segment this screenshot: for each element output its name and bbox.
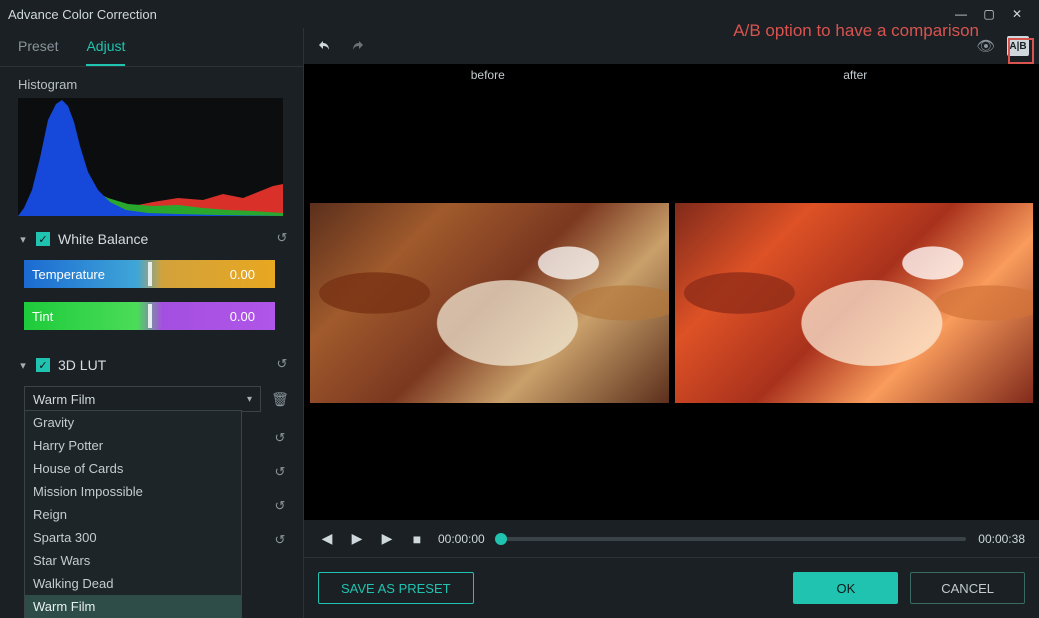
sidebar: Preset Adjust Histogram ▾ ✓ White Balanc… [0, 28, 304, 618]
cancel-button[interactable]: CANCEL [910, 572, 1025, 604]
lut-option[interactable]: House of Cards [25, 457, 241, 480]
before-label: before [304, 64, 672, 86]
temperature-thumb[interactable] [148, 262, 152, 286]
lut-option[interactable]: Harry Potter [25, 434, 241, 457]
footer: SAVE AS PRESET OK CANCEL [304, 558, 1039, 618]
chevron-down-icon: ▾ [247, 394, 252, 405]
ok-button[interactable]: OK [793, 572, 898, 604]
tab-preset[interactable]: Preset [18, 38, 58, 66]
lut-row: Warm Film ▾ 🗑 Gravity Harry Potter House… [0, 380, 303, 418]
lut-title: 3D LUT [58, 357, 273, 373]
preview-area: before after [304, 64, 1039, 520]
prev-frame-button[interactable]: ◀ [318, 530, 336, 547]
eye-icon[interactable]: 👁 [975, 37, 997, 55]
main-panel: 👁 A|B before after ◀ ▶ ▶ ■ 00:00:00 [304, 28, 1039, 618]
redo-button [346, 35, 368, 57]
temperature-value: 0.00 [230, 267, 255, 282]
maximize-button[interactable]: ▢ [975, 7, 1003, 21]
temperature-label: Temperature [32, 267, 105, 282]
window-title: Advance Color Correction [8, 7, 157, 22]
play-button[interactable]: ▶ [378, 530, 396, 547]
tint-thumb[interactable] [148, 304, 152, 328]
lut-reset[interactable]: ↺ [273, 356, 291, 374]
duration-time: 00:00:38 [978, 532, 1025, 546]
histogram-label: Histogram [0, 73, 303, 98]
current-time: 00:00:00 [438, 532, 485, 546]
lut-option[interactable]: Gravity [25, 411, 241, 434]
lut-option[interactable]: Mission Impossible [25, 480, 241, 503]
transport-bar: ◀ ▶ ▶ ■ 00:00:00 00:00:38 [304, 520, 1039, 558]
minimize-button[interactable]: — [947, 7, 975, 21]
ab-compare-button[interactable]: A|B [1007, 36, 1029, 56]
white-balance-title: White Balance [58, 231, 273, 247]
trash-icon[interactable]: 🗑 [271, 391, 289, 408]
save-as-preset-button[interactable]: SAVE AS PRESET [318, 572, 474, 604]
lut-option[interactable]: Star Wars [25, 549, 241, 572]
main-toolbar: 👁 A|B [304, 28, 1039, 64]
preview-after-image [675, 203, 1034, 403]
stop-button[interactable]: ■ [408, 531, 426, 547]
white-balance-checkbox[interactable]: ✓ [36, 232, 50, 246]
lut-option[interactable]: Sparta 300 [25, 526, 241, 549]
tint-value: 0.00 [230, 309, 255, 324]
lut-checkbox[interactable]: ✓ [36, 358, 50, 372]
lut-option[interactable]: Walking Dead [25, 572, 241, 595]
lut-select[interactable]: Warm Film ▾ [24, 386, 261, 412]
white-balance-header: ▾ ✓ White Balance ↺ [0, 226, 303, 254]
section-reset[interactable]: ↺ [271, 430, 289, 448]
sidebar-tabs: Preset Adjust [0, 28, 303, 66]
playhead[interactable] [495, 533, 507, 545]
play-step-button[interactable]: ▶ [348, 530, 366, 547]
lut-selected-value: Warm Film [33, 392, 95, 407]
section-reset[interactable]: ↺ [271, 464, 289, 482]
section-reset[interactable]: ↺ [271, 532, 289, 550]
histogram [18, 98, 283, 216]
lut-option[interactable]: Reign [25, 503, 241, 526]
titlebar: Advance Color Correction — ▢ ✕ [0, 0, 1039, 28]
temperature-slider[interactable]: Temperature 0.00 [24, 260, 275, 288]
chevron-down-icon[interactable]: ▾ [16, 233, 30, 246]
close-button[interactable]: ✕ [1003, 7, 1031, 21]
tint-label: Tint [32, 309, 53, 324]
tab-adjust[interactable]: Adjust [86, 38, 125, 66]
section-reset[interactable]: ↺ [271, 498, 289, 516]
lut-option[interactable]: Warm Film [25, 595, 241, 618]
preview-before-image [310, 203, 669, 403]
white-balance-reset[interactable]: ↺ [273, 230, 291, 248]
tint-slider[interactable]: Tint 0.00 [24, 302, 275, 330]
lut-dropdown: Gravity Harry Potter House of Cards Miss… [24, 410, 242, 618]
after-label: after [672, 64, 1039, 86]
chevron-down-icon[interactable]: ▾ [16, 359, 30, 372]
undo-button[interactable] [314, 35, 336, 57]
lut-header: ▾ ✓ 3D LUT ↺ [0, 352, 303, 380]
timeline[interactable] [497, 537, 967, 541]
